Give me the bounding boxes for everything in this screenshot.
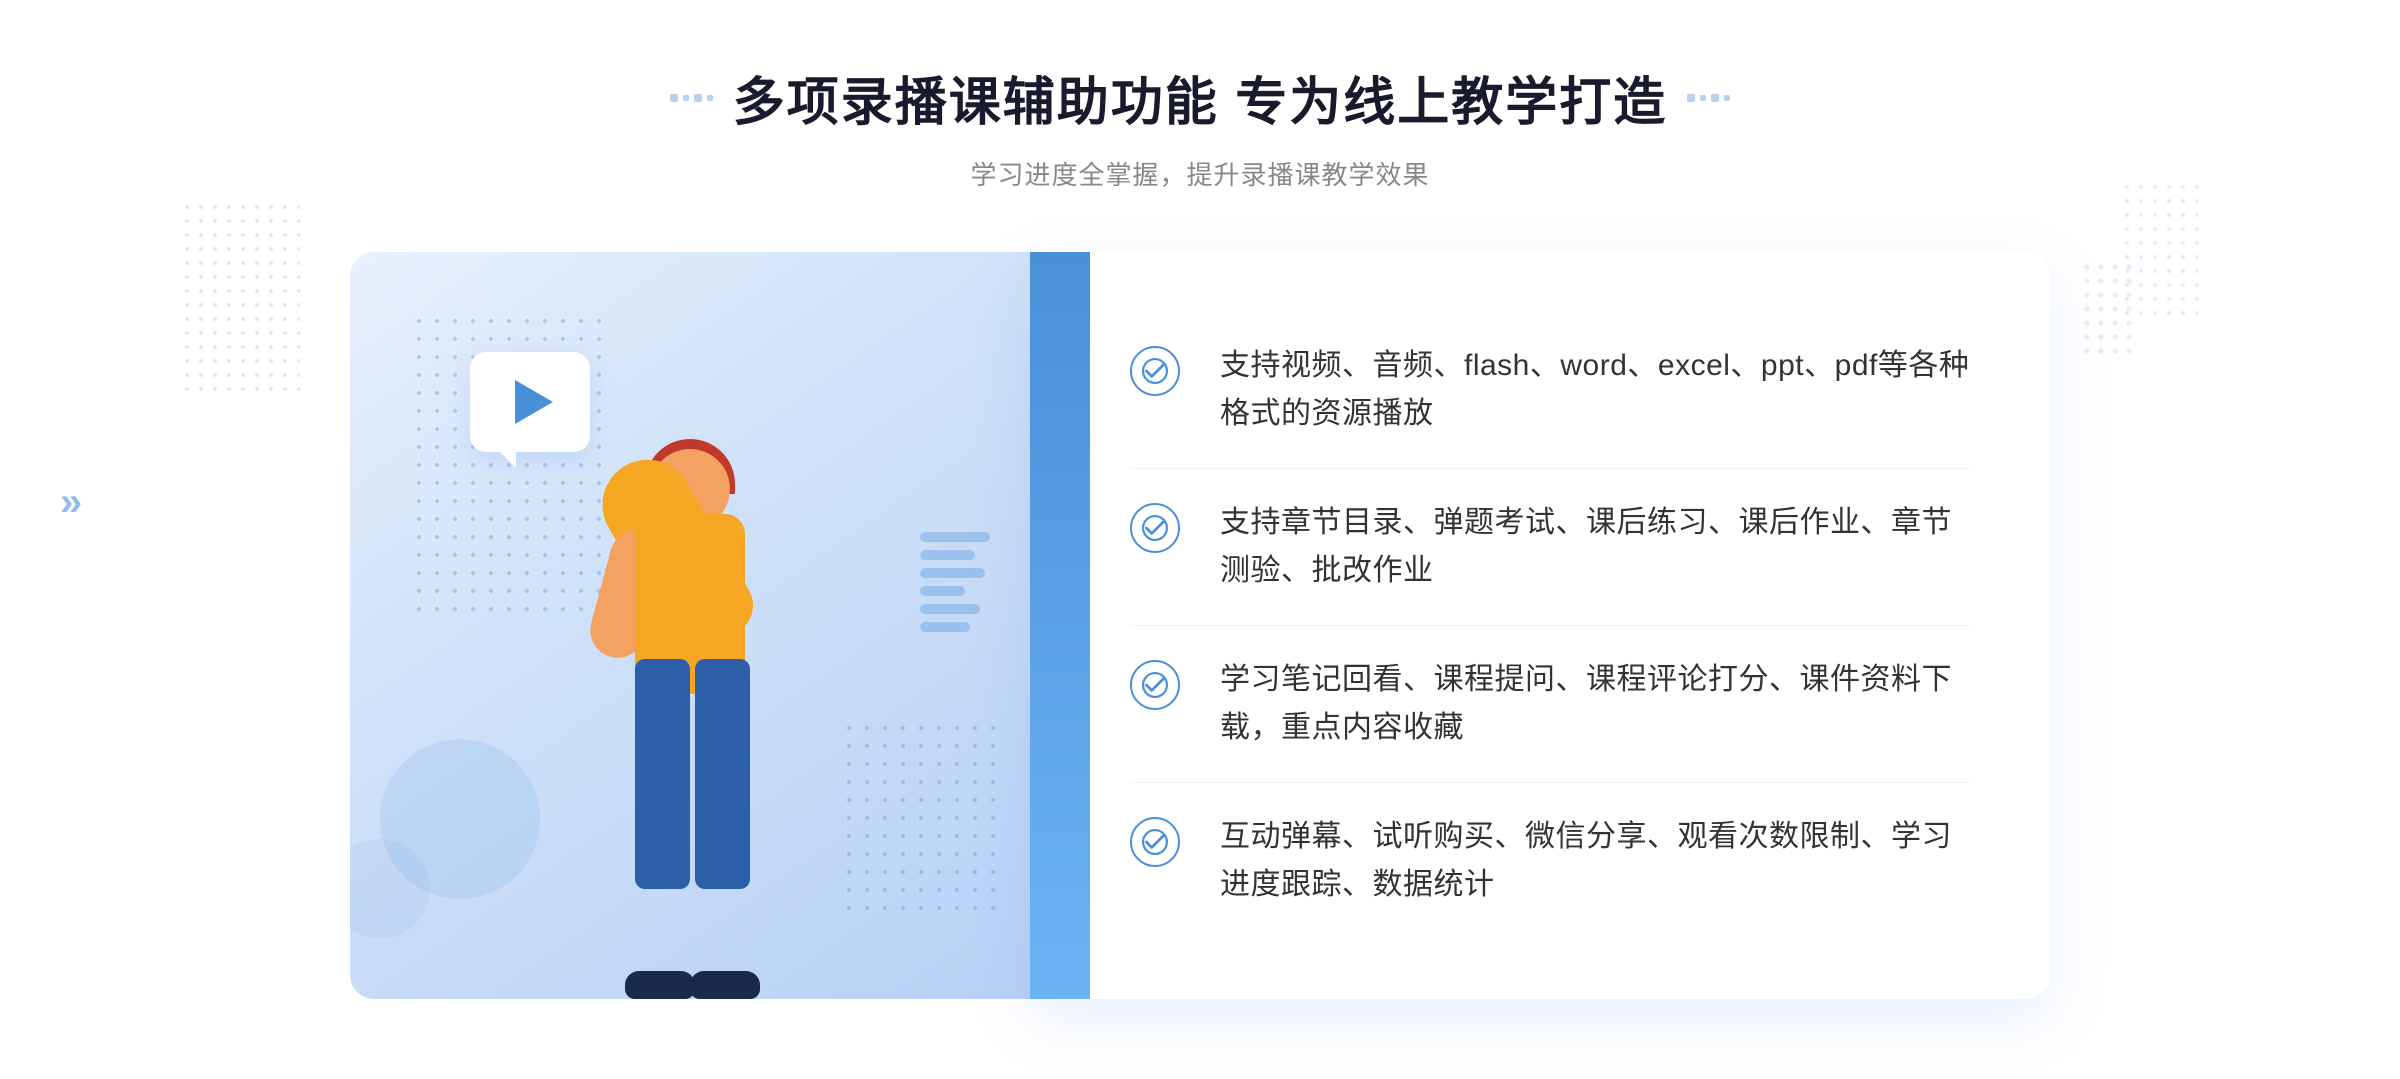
feature-text-3: 学习笔记回看、课程提问、课程评论打分、课件资料下载，重点内容收藏 [1220, 656, 1970, 752]
figure-shoe-right [690, 971, 760, 999]
feature-text-1: 支持视频、音频、flash、word、excel、ppt、pdf等各种格式的资源… [1220, 342, 1970, 438]
header-title-row: 多项录播课辅助功能 专为线上教学打造 [670, 60, 1730, 135]
play-icon [515, 380, 553, 424]
feature-text-4: 互动弹幕、试听购买、微信分享、观看次数限制、学习进度跟踪、数据统计 [1220, 813, 1970, 909]
header-deco-right [1687, 94, 1730, 102]
check-icon-3 [1130, 660, 1180, 710]
deco-stripe-6 [920, 622, 970, 632]
figure-shoe-left [625, 971, 695, 999]
deco-stripe-3 [920, 568, 985, 578]
deco-stripes [920, 532, 990, 652]
figure-left-leg [635, 659, 690, 889]
feature-item-2: 支持章节目录、弹题考试、课后练习、课后作业、章节测验、批改作业 [1130, 469, 1970, 626]
illustration-panel [350, 252, 1030, 999]
bg-dots-left [180, 200, 300, 400]
feature-item-3: 学习笔记回看、课程提问、课程评论打分、课件资料下载，重点内容收藏 [1130, 626, 1970, 783]
feature-item-1: 支持视频、音频、flash、word、excel、ppt、pdf等各种格式的资源… [1130, 312, 1970, 469]
deco-stripe-5 [920, 604, 980, 614]
right-deco-dots [2080, 260, 2140, 360]
feature-item-4: 互动弹幕、试听购买、微信分享、观看次数限制、学习进度跟踪、数据统计 [1130, 783, 1970, 939]
page-title: 多项录播课辅助功能 专为线上教学打造 [733, 60, 1667, 135]
deco-stripe-1 [920, 532, 990, 542]
figure-right-leg [695, 659, 750, 889]
page-container: » 多项录播课辅助功能 专为线上教学打造 学习进度全掌握，提升录播课教学效果 [0, 0, 2400, 1079]
check-icon-2 [1130, 503, 1180, 553]
check-icon-1 [1130, 346, 1180, 396]
header-section: 多项录播课辅助功能 专为线上教学打造 学习进度全掌握，提升录播课教学效果 [670, 60, 1730, 192]
chevron-left-decor: » [60, 480, 82, 525]
features-panel: 支持视频、音频、flash、word、excel、ppt、pdf等各种格式的资源… [1030, 252, 2050, 999]
main-content: 支持视频、音频、flash、word、excel、ppt、pdf等各种格式的资源… [350, 252, 2050, 999]
deco-stripe-4 [920, 586, 965, 596]
illus-bg-dots-2 [840, 719, 1000, 919]
human-figure [530, 419, 850, 999]
feature-text-2: 支持章节目录、弹题考试、课后练习、课后作业、章节测验、批改作业 [1220, 499, 1970, 595]
header-subtitle: 学习进度全掌握，提升录播课教学效果 [670, 155, 1730, 192]
deco-stripe-2 [920, 550, 975, 560]
header-deco-left [670, 94, 713, 102]
check-icon-4 [1130, 817, 1180, 867]
